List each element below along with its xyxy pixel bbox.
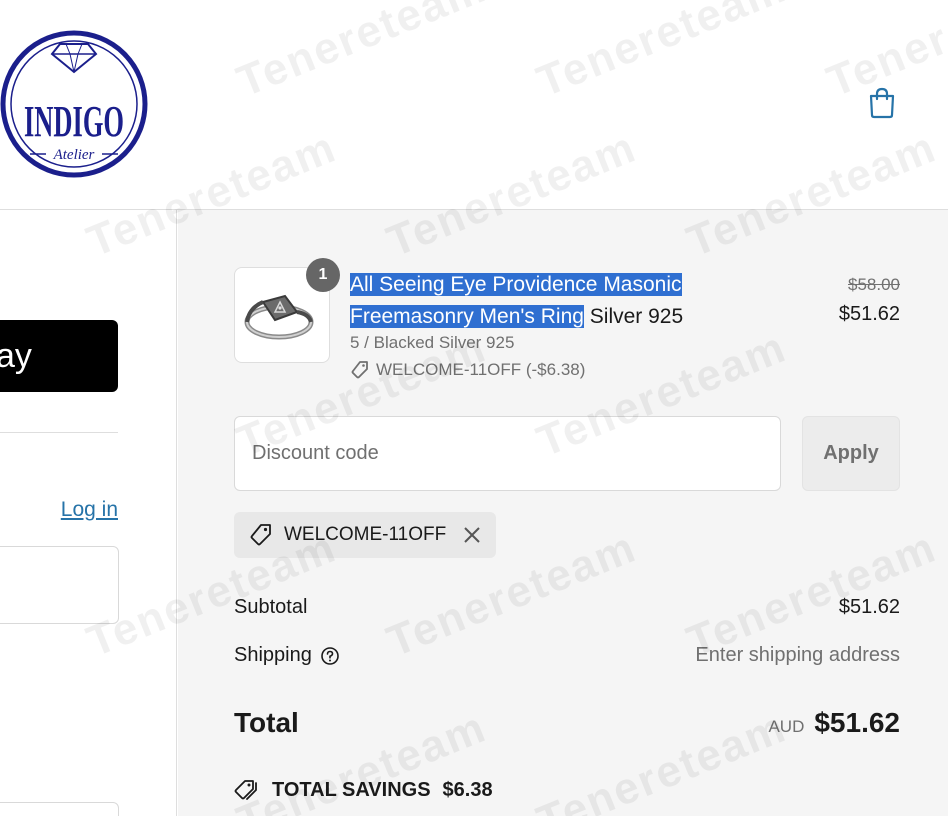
tag-icon bbox=[351, 361, 368, 379]
tags-icon bbox=[234, 780, 257, 800]
product-title: All Seeing Eye Providence Masonic Freema… bbox=[350, 269, 810, 333]
shipping-value: Enter shipping address bbox=[695, 644, 900, 666]
brand-logo[interactable]: INDIGO Atelier bbox=[0, 28, 148, 180]
tag-icon bbox=[250, 524, 271, 546]
price-original: $58.00 bbox=[848, 275, 900, 294]
express-checkout-button[interactable]: ay bbox=[0, 320, 118, 392]
product-title-rest: Silver 925 bbox=[583, 305, 684, 328]
total-currency: AUD bbox=[768, 717, 805, 736]
divider bbox=[0, 432, 118, 433]
savings-label: TOTAL SAVINGS bbox=[272, 778, 431, 801]
price-final: $51.62 bbox=[838, 303, 900, 325]
total-label: Total bbox=[234, 707, 299, 738]
express-checkout-label: ay bbox=[0, 337, 32, 375]
shipping-label: Shipping bbox=[234, 644, 312, 666]
apply-discount-button[interactable]: Apply bbox=[802, 416, 900, 491]
total-savings: TOTAL SAVINGS $6.38 bbox=[234, 778, 493, 802]
shopping-bag-icon bbox=[869, 87, 895, 119]
product-variant: 5 / Blacked Silver 925 bbox=[350, 333, 515, 352]
question-circle-icon[interactable] bbox=[320, 646, 340, 666]
svg-text:Atelier: Atelier bbox=[53, 147, 95, 163]
order-summary: 1 All Seeing Eye Providence Masonic Free… bbox=[178, 210, 948, 816]
quantity-badge: 1 bbox=[306, 258, 340, 292]
close-icon[interactable] bbox=[462, 525, 482, 545]
svg-text:INDIGO: INDIGO bbox=[24, 97, 124, 146]
subtotal-label: Subtotal bbox=[234, 596, 308, 618]
total-amount: AUD $51.62 bbox=[768, 707, 900, 739]
brand-logo-mark: INDIGO Atelier bbox=[0, 30, 148, 178]
cart-button[interactable] bbox=[866, 86, 898, 120]
shipping-row-label: Shipping bbox=[234, 644, 340, 667]
product-discount-text: WELCOME-11OFF (-$6.38) bbox=[376, 360, 586, 379]
product-discount: WELCOME-11OFF (-$6.38) bbox=[350, 360, 585, 380]
discount-code-input[interactable]: Discount code bbox=[234, 416, 781, 491]
applied-discount-chip: WELCOME-11OFF bbox=[234, 512, 497, 558]
savings-value: $6.38 bbox=[442, 778, 493, 801]
email-field[interactable] bbox=[0, 546, 119, 624]
login-link[interactable]: Log in bbox=[61, 498, 118, 522]
header: INDIGO Atelier bbox=[0, 0, 948, 210]
checkout-form-column: ay Log in bbox=[0, 210, 177, 816]
address-field[interactable] bbox=[0, 802, 119, 816]
applied-discount-code: WELCOME-11OFF bbox=[284, 524, 447, 545]
subtotal-value: $51.62 bbox=[838, 596, 900, 618]
total-value: $51.62 bbox=[814, 707, 900, 738]
